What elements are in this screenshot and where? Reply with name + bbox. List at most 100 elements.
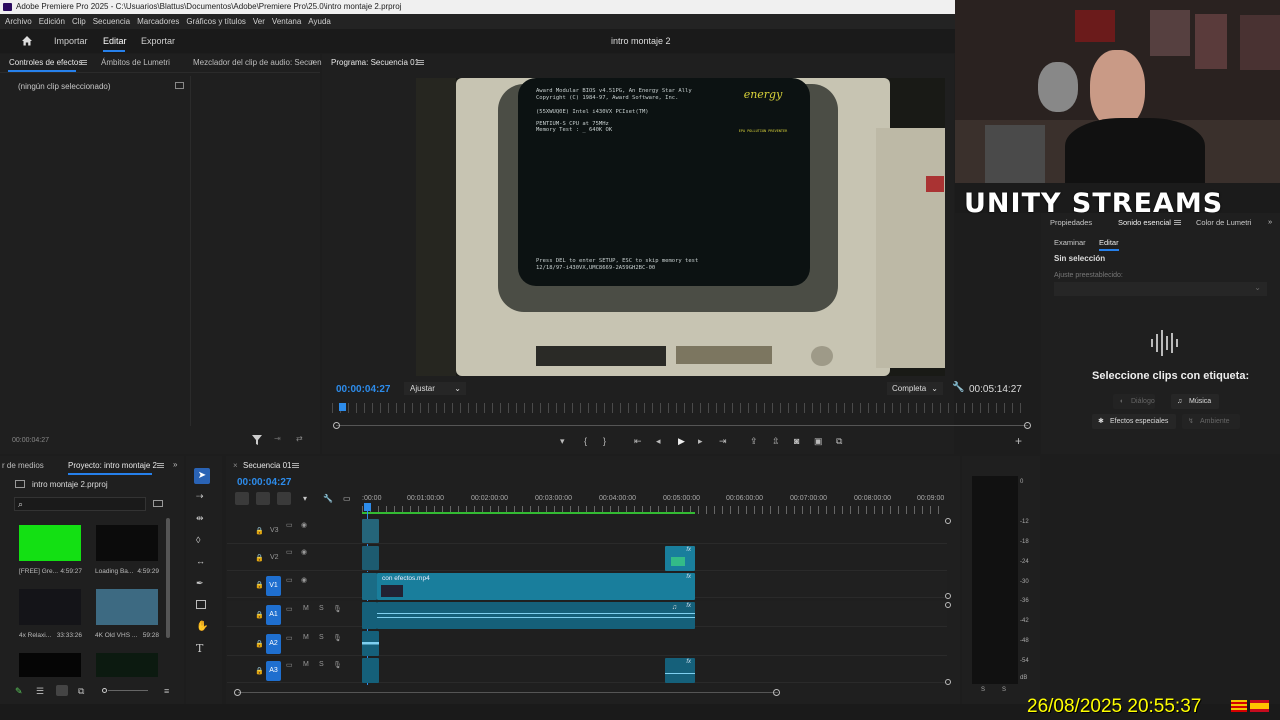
program-timecode[interactable]: 00:00:04:27 (336, 384, 390, 395)
mic-icon[interactable]: 🎙 (333, 605, 342, 613)
project-scrollbar[interactable] (166, 518, 170, 638)
home-icon[interactable] (21, 35, 33, 46)
type-tool-icon[interactable]: T (196, 642, 203, 655)
step-back-icon[interactable]: ◂ (656, 436, 661, 447)
scroll-handle[interactable] (945, 602, 951, 608)
panel-overflow-icon[interactable]: » (173, 460, 177, 469)
track-name[interactable]: A3 (266, 661, 281, 681)
project-item-thumbnail[interactable] (19, 525, 81, 561)
filter-icon[interactable] (252, 435, 262, 445)
sync-lock-icon[interactable]: ▭ (286, 521, 293, 529)
go-to-in-icon[interactable]: ⇤ (634, 436, 642, 447)
lock-icon[interactable]: 🔒 (255, 527, 264, 535)
scroll-handle[interactable] (945, 679, 951, 685)
panel-menu-icon[interactable] (80, 60, 87, 65)
sync-lock-icon[interactable]: ▭ (286, 576, 293, 584)
lock-icon[interactable]: 🔒 (255, 611, 264, 619)
project-item-thumbnail[interactable] (96, 589, 158, 625)
source-patch-v1[interactable]: V1 (266, 576, 281, 596)
timeline-clip[interactable] (362, 546, 379, 570)
hand-tool-icon[interactable]: ✋ (196, 621, 208, 632)
tab-lumetri-scopes[interactable]: Ámbitos de Lumetri (101, 58, 170, 67)
solo-left-button[interactable]: S (981, 687, 985, 693)
workspace-export[interactable]: Exportar (141, 36, 175, 46)
project-item-thumbnail[interactable] (96, 525, 158, 561)
project-item-thumbnail[interactable] (19, 589, 81, 625)
timeline-timecode[interactable]: 00:00:04:27 (237, 477, 291, 488)
go-to-out-icon[interactable]: ⇥ (719, 436, 727, 447)
tab-audio-clip-mixer[interactable]: Mezclador del clip de audio: Secuen (193, 58, 322, 67)
scroll-handle-right[interactable] (773, 689, 780, 696)
add-button-icon[interactable]: + (1015, 434, 1022, 448)
quality-dropdown[interactable]: Completa ⌄ (887, 382, 943, 395)
panel-overflow-icon[interactable]: » (310, 57, 314, 66)
project-search-input[interactable]: ⌕ (14, 497, 146, 511)
close-tab-icon[interactable]: × (233, 461, 238, 470)
sync-lock-icon[interactable]: ▭ (286, 548, 293, 556)
sfx-tag-button[interactable]: ✱ Efectos especiales (1092, 414, 1176, 429)
scroll-handle-left[interactable] (234, 689, 241, 696)
wrench-icon[interactable]: 🔧 (952, 382, 964, 393)
selection-tool-icon[interactable]: ➤ (194, 468, 210, 484)
zoom-slider-handle[interactable] (102, 688, 107, 693)
sub-tab-browse[interactable]: Examinar (1054, 238, 1086, 247)
menu-ver[interactable]: Ver (253, 17, 265, 26)
lock-icon[interactable]: 🔒 (255, 667, 264, 675)
panel-toggle-icon[interactable] (175, 82, 184, 89)
play-icon[interactable]: ▶ (678, 436, 685, 447)
timeline-clip[interactable] (362, 519, 379, 543)
proxy-icon[interactable]: ⧉ (836, 436, 842, 447)
tab-media-browser[interactable]: r de medios (2, 461, 44, 470)
rectangle-tool-icon[interactable] (196, 600, 206, 609)
program-playhead[interactable] (339, 403, 346, 411)
project-item-thumbnail[interactable] (19, 653, 81, 677)
timeline-playhead[interactable] (364, 503, 371, 511)
ambience-tag-button[interactable]: ↯ Ambiente (1182, 414, 1240, 429)
compare-icon[interactable]: ▣ (814, 436, 823, 447)
camera-icon[interactable]: ◙ (794, 436, 799, 446)
solo-button[interactable]: S (319, 661, 324, 668)
panel-menu-icon[interactable] (292, 463, 299, 468)
timeline-horizontal-scrollbar[interactable] (238, 692, 778, 693)
slip-tool-icon[interactable]: ↔ (196, 556, 205, 566)
menu-clip[interactable]: Clip (72, 17, 86, 26)
fit-dropdown[interactable]: Ajustar ⌄ (404, 382, 466, 395)
sync-lock-icon[interactable]: ▭ (286, 661, 293, 669)
panel-menu-icon[interactable] (417, 60, 424, 65)
tab-sequence[interactable]: Secuencia 01 (243, 461, 291, 470)
tab-project[interactable]: Proyecto: intro montaje 2 (68, 461, 157, 470)
zoom-scrollbar[interactable] (336, 425, 1028, 426)
lock-icon[interactable]: 🔒 (255, 554, 264, 562)
workspace-import[interactable]: Importar (54, 36, 88, 46)
timeline-clip[interactable] (362, 658, 379, 683)
nest-toggle-icon[interactable] (235, 492, 249, 505)
add-marker-icon[interactable]: ▾ (303, 494, 307, 503)
icon-view-icon[interactable] (56, 685, 68, 696)
dialogue-tag-button[interactable]: ◖ Diálogo (1113, 394, 1155, 409)
eye-icon[interactable]: ◉ (301, 576, 307, 584)
mark-out-icon[interactable]: } (603, 436, 606, 446)
program-ruler[interactable] (332, 403, 1028, 413)
scroll-handle[interactable] (945, 593, 951, 599)
sub-tab-edit[interactable]: Editar (1099, 238, 1119, 247)
source-patch-a1[interactable]: A1 (266, 605, 281, 625)
timeline-clip[interactable]: fx (665, 658, 695, 683)
mic-icon[interactable]: 🎙 (333, 634, 342, 642)
ripple-edit-tool-icon[interactable]: ⇹ (196, 513, 204, 524)
pen-tool-icon[interactable]: ✒ (196, 578, 204, 589)
captions-icon[interactable]: ▭ (343, 494, 351, 503)
mark-in-icon[interactable]: { (584, 436, 587, 446)
tab-lumetri-color[interactable]: Color de Lumetri (1196, 218, 1251, 227)
menu-marcadores[interactable]: Marcadores (137, 17, 179, 26)
project-item-thumbnail[interactable] (96, 653, 158, 677)
pencil-icon[interactable]: ✎ (15, 686, 23, 697)
menu-secuencia[interactable]: Secuencia (93, 17, 130, 26)
menu-ayuda[interactable]: Ayuda (308, 17, 331, 26)
mute-button[interactable]: M (303, 661, 309, 668)
extract-icon[interactable]: ⇫ (772, 436, 780, 447)
tab-essential-sound[interactable]: Sonido esencial (1118, 218, 1171, 227)
tab-effect-controls[interactable]: Controles de efectos (9, 58, 82, 67)
menu-ventana[interactable]: Ventana (272, 17, 301, 26)
razor-tool-icon[interactable]: ◊ (196, 535, 200, 545)
export-frame-icon[interactable]: ⇥ (274, 434, 281, 443)
